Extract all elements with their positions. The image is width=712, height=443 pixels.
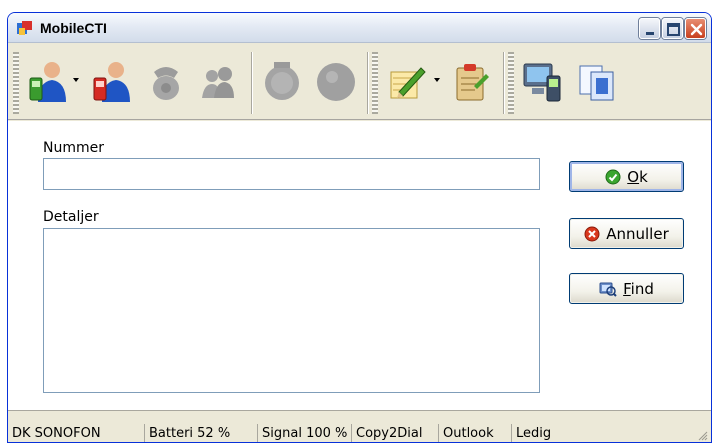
find-label: Find [623, 279, 654, 298]
details-textarea[interactable] [43, 228, 540, 393]
close-button[interactable] [685, 18, 706, 39]
record-icon [265, 62, 299, 100]
toolbar-circle-button[interactable] [314, 58, 358, 104]
toolbar-computer-phone-button[interactable] [521, 58, 565, 104]
toolbar-record-button[interactable] [260, 58, 304, 104]
app-window: MobileCTI Nummer Detaljer Ok Annuller Fi… [7, 12, 712, 443]
close-icon [690, 23, 703, 36]
toolbar-separator [367, 52, 369, 114]
toolbar-copy-button[interactable] [575, 58, 619, 104]
toolbar-grip[interactable] [508, 52, 514, 114]
chevron-down-icon [73, 78, 79, 82]
copy-icon [579, 65, 614, 101]
toolbar [8, 44, 711, 120]
find-button[interactable]: Find [569, 273, 684, 304]
status-operator: DK SONOFON [12, 426, 101, 441]
status-battery: Batteri 52 % [144, 424, 252, 442]
number-label: Nummer [43, 140, 104, 156]
ok-label: Ok [627, 167, 648, 186]
resize-grip-icon[interactable] [696, 429, 708, 441]
maximize-icon [667, 23, 680, 36]
toolbar-grip[interactable] [13, 52, 19, 114]
window-title: MobileCTI [40, 20, 107, 36]
ok-button[interactable]: Ok [569, 161, 684, 192]
toolbar-contacts-call-button[interactable] [26, 58, 70, 104]
checkmark-icon [605, 169, 621, 184]
main-panel: Nummer Detaljer Ok Annuller Find [8, 121, 711, 410]
title-bar[interactable]: MobileCTI [8, 13, 711, 43]
details-label: Detaljer [43, 209, 99, 225]
status-copy2dial: Copy2Dial [351, 424, 432, 442]
toolbar-people-button[interactable] [196, 58, 240, 104]
cancel-label: Annuller [606, 224, 669, 243]
person-phone-icon [29, 62, 66, 102]
app-icon [16, 20, 33, 36]
people-icon [202, 67, 234, 98]
edit-note-dropdown-arrow[interactable] [432, 74, 442, 84]
toolbar-contacts-mobile-button[interactable] [90, 58, 134, 104]
toolbar-handset-button[interactable] [144, 58, 188, 104]
toolbar-edit-note-button[interactable] [385, 58, 429, 104]
status-signal: Signal 100 % [257, 424, 351, 442]
person-mobile-icon [93, 62, 130, 102]
minimize-button[interactable] [639, 18, 660, 39]
chevron-down-icon [434, 78, 440, 82]
computer-phone-icon [523, 63, 561, 102]
circle-icon [317, 63, 355, 101]
status-outlook: Outlook [438, 424, 510, 442]
toolbar-separator [503, 52, 505, 114]
maximize-button[interactable] [662, 18, 683, 39]
status-state: Ledig [511, 424, 571, 442]
status-bar: DK SONOFON Batteri 52 % Signal 100 % Cop… [8, 410, 711, 442]
number-field[interactable] [43, 158, 540, 190]
toolbar-grip[interactable] [372, 52, 378, 114]
minimize-icon [646, 32, 654, 35]
cancel-button[interactable]: Annuller [569, 218, 684, 249]
cancel-icon [584, 226, 600, 241]
toolbar-clipboard-button[interactable] [448, 58, 492, 104]
clipboard-icon [456, 64, 489, 101]
pencil-note-icon [390, 67, 426, 99]
contacts-call-dropdown-arrow[interactable] [71, 74, 81, 84]
handset-icon [153, 67, 179, 100]
find-icon [599, 282, 617, 297]
toolbar-separator [251, 52, 253, 114]
